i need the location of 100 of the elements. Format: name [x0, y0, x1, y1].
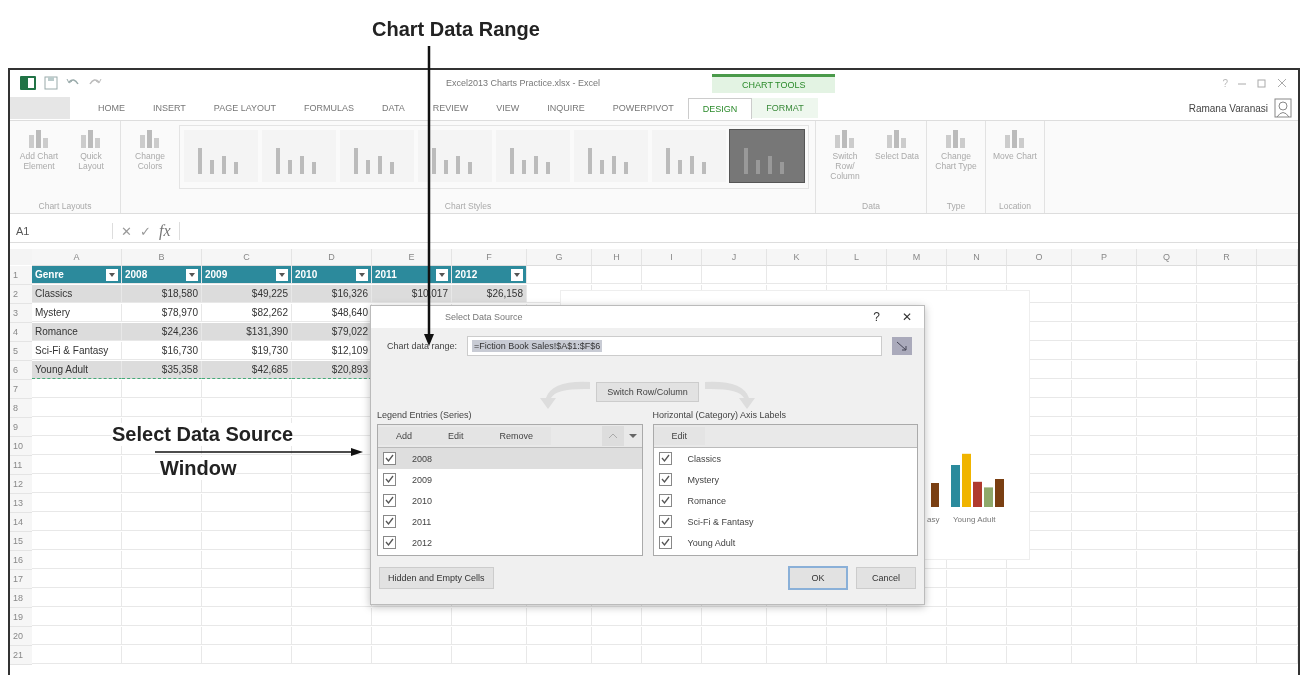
ribbon-tab[interactable]: REVIEW	[418, 98, 483, 118]
ribbon-tab[interactable]: INQUIRE	[533, 98, 599, 118]
ribbon-command[interactable]: Select Data	[875, 151, 919, 162]
row-header[interactable]: 12	[10, 475, 32, 494]
hidden-empty-cells-button[interactable]: Hidden and Empty Cells	[379, 567, 494, 589]
row-header[interactable]: 8	[10, 399, 32, 418]
ribbon-command[interactable]: Quick Layout	[68, 151, 114, 172]
ribbon-tab[interactable]: PAGE LAYOUT	[199, 98, 291, 118]
checkbox[interactable]	[383, 536, 396, 549]
checkbox[interactable]	[658, 473, 672, 486]
column-header[interactable]: J	[702, 249, 767, 266]
row-header[interactable]: 15	[10, 532, 32, 551]
row-header[interactable]: 14	[10, 513, 32, 532]
checkbox[interactable]	[658, 494, 672, 507]
column-header[interactable]: D	[292, 249, 372, 266]
row-header[interactable]: 16	[10, 551, 32, 570]
filter-dropdown-icon[interactable]	[186, 268, 198, 281]
cancel-button[interactable]: Cancel	[856, 567, 916, 589]
ribbon-tab[interactable]: INSERT	[139, 98, 200, 118]
checkbox[interactable]	[383, 452, 396, 465]
column-header[interactable]: I	[642, 249, 702, 266]
user-name[interactable]: Ramana Varanasi	[1188, 102, 1268, 114]
row-header[interactable]: 17	[10, 570, 32, 589]
chart-style-thumbnail[interactable]	[184, 130, 258, 182]
list-item[interactable]: Romance	[653, 490, 917, 511]
ribbon-tab[interactable]: HOME	[84, 98, 139, 118]
ribbon-command[interactable]: Switch Row/ Column	[822, 151, 868, 182]
row-header[interactable]: 20	[10, 627, 32, 646]
close-icon[interactable]	[1276, 77, 1288, 89]
ribbon-tab[interactable]: FORMULAS	[290, 98, 369, 118]
filter-dropdown-icon[interactable]	[276, 268, 288, 281]
checkbox[interactable]	[658, 536, 672, 549]
ribbon-tab[interactable]: DATA	[368, 98, 419, 118]
insert-function-button[interactable]: fx	[159, 222, 171, 240]
list-item[interactable]: Young Adult	[653, 532, 917, 553]
column-header[interactable]: L	[827, 249, 887, 266]
column-header[interactable]: Q	[1137, 249, 1197, 266]
list-item[interactable]: 2009	[378, 469, 642, 490]
ribbon-tab[interactable]: POWERPIVOT	[598, 98, 688, 118]
row-header[interactable]: 19	[10, 608, 32, 627]
filter-dropdown-icon[interactable]	[436, 268, 448, 281]
ribbon-tab[interactable]: FORMAT	[752, 98, 818, 118]
checkbox[interactable]	[383, 515, 396, 528]
column-header[interactable]: A	[32, 249, 122, 266]
collapse-dialog-icon[interactable]	[892, 337, 912, 355]
chart-style-thumbnail[interactable]	[652, 130, 726, 182]
column-header[interactable]: P	[1072, 249, 1137, 266]
column-header[interactable]: N	[947, 249, 1007, 266]
avatar-icon[interactable]	[1274, 98, 1292, 118]
restore-icon[interactable]	[1256, 77, 1268, 89]
row-header[interactable]: 2	[10, 285, 32, 304]
column-header[interactable]: R	[1197, 249, 1257, 266]
column-header[interactable]: G	[527, 249, 592, 266]
row-header[interactable]: 4	[10, 323, 32, 342]
chart-style-thumbnail[interactable]	[262, 130, 336, 182]
list-item[interactable]: Mystery	[653, 469, 917, 490]
row-header[interactable]: 3	[10, 304, 32, 323]
column-header[interactable]: K	[767, 249, 827, 266]
toolbar-button[interactable]: Edit	[430, 427, 482, 445]
chart-style-thumbnail[interactable]	[340, 130, 414, 182]
list-item[interactable]: 2008	[378, 448, 642, 469]
filter-dropdown-icon[interactable]	[356, 268, 368, 281]
chart-style-thumbnail[interactable]	[418, 130, 492, 182]
name-box[interactable]: A1	[10, 223, 113, 239]
toolbar-button[interactable]: Edit	[653, 427, 705, 445]
ribbon-tab[interactable]: VIEW	[482, 98, 534, 118]
row-header[interactable]: 6	[10, 361, 32, 380]
column-header[interactable]: C	[202, 249, 292, 266]
chart-style-thumbnail[interactable]	[730, 130, 804, 182]
toolbar-button[interactable]: Remove	[481, 427, 552, 445]
column-header[interactable]: B	[122, 249, 202, 266]
checkbox[interactable]	[383, 473, 396, 486]
list-item[interactable]: Classics	[653, 448, 917, 469]
range-input-field[interactable]: =Fiction Book Sales!$A$1:$F$6	[467, 336, 882, 356]
chart-style-thumbnail[interactable]	[574, 130, 648, 182]
column-header[interactable]: H	[592, 249, 642, 266]
column-header[interactable]: F	[452, 249, 527, 266]
row-header[interactable]: 18	[10, 589, 32, 608]
row-header[interactable]: 7	[10, 380, 32, 399]
help-button[interactable]: ?	[1222, 77, 1228, 89]
row-header[interactable]: 1	[10, 266, 32, 285]
ok-button[interactable]: OK	[788, 566, 848, 590]
column-header[interactable]: E	[372, 249, 452, 266]
ribbon-command[interactable]: Add Chart Element	[16, 151, 62, 172]
ribbon-command[interactable]: Change Chart Type	[933, 151, 979, 172]
list-item[interactable]: 2012	[378, 532, 642, 553]
row-header[interactable]: 9	[10, 418, 32, 437]
column-header[interactable]: O	[1007, 249, 1072, 266]
toolbar-button[interactable]: Add	[378, 427, 430, 445]
row-header[interactable]: 10	[10, 437, 32, 456]
chart-style-thumbnail[interactable]	[496, 130, 570, 182]
checkbox[interactable]	[658, 452, 672, 465]
filter-dropdown-icon[interactable]	[511, 268, 523, 281]
ribbon-tab[interactable]: DESIGN	[687, 97, 753, 119]
switch-row-column-button[interactable]: Switch Row/Column	[596, 382, 699, 402]
list-item[interactable]: Sci-Fi & Fantasy	[653, 511, 917, 532]
list-item[interactable]: 2010	[378, 490, 642, 511]
filter-dropdown-icon[interactable]	[106, 268, 118, 281]
close-button[interactable]: ✕	[902, 310, 912, 324]
checkbox[interactable]	[383, 494, 396, 507]
